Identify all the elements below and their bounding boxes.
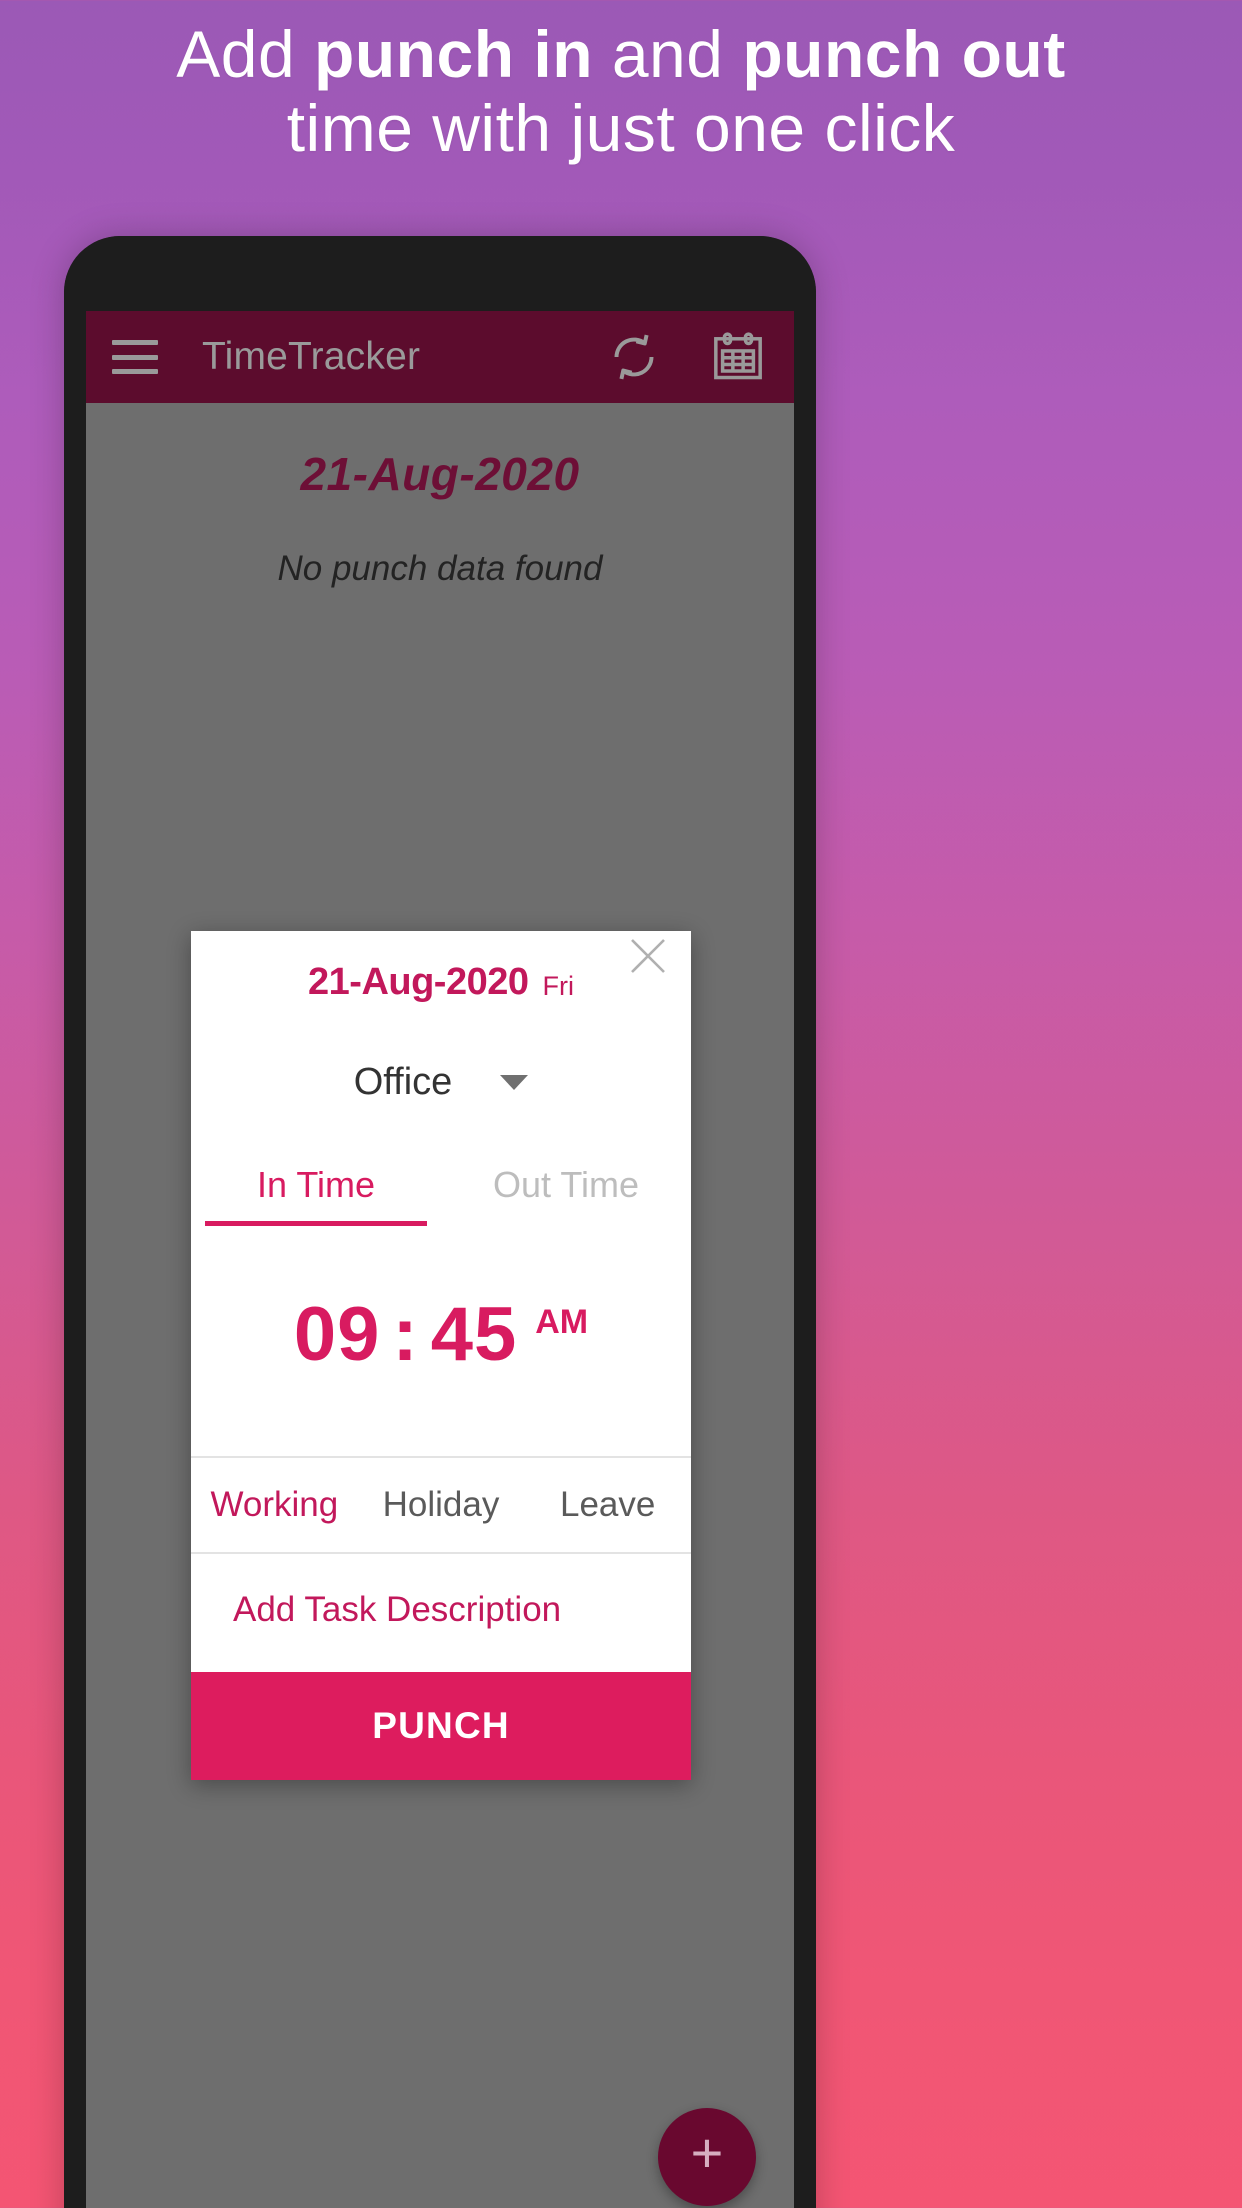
phone-frame: TimeTracker 21-Aug-2020 No punch data fo… [64, 236, 816, 2208]
tab-in-time-label: In Time [256, 1164, 376, 1205]
task-description-input[interactable]: Add Task Description [191, 1554, 691, 1672]
dialog-header: 21-Aug-2020 Fri [191, 931, 691, 1019]
punch-dialog: 21-Aug-2020 Fri Office In Time Out Time … [191, 931, 691, 1780]
empty-state-message: No punch data found [277, 549, 603, 588]
phone-screen: TimeTracker 21-Aug-2020 No punch data fo… [86, 311, 794, 2208]
tab-in-time[interactable]: In Time [191, 1150, 441, 1226]
app-bar-actions [606, 329, 766, 385]
chevron-down-icon [500, 1075, 529, 1090]
time-display[interactable]: 09 : 45 AM [191, 1226, 691, 1456]
close-x-icon[interactable] [615, 923, 681, 989]
time-tabs: In Time Out Time [191, 1150, 691, 1226]
headline-text-punch-out: punch out [742, 17, 1066, 91]
screen-body: 21-Aug-2020 No punch data found 21-Aug-2… [86, 403, 794, 2208]
status-selector: Working Holiday Leave [191, 1456, 691, 1554]
location-dropdown-value: Office [353, 1061, 453, 1103]
add-punch-fab[interactable]: + [658, 2108, 756, 2206]
punch-button[interactable]: PUNCH [191, 1672, 691, 1780]
tab-out-time-label: Out Time [492, 1164, 640, 1205]
time-minutes[interactable]: 45 [431, 1291, 518, 1378]
dialog-date: 21-Aug-2020 [308, 960, 529, 1003]
tab-out-time[interactable]: Out Time [441, 1150, 691, 1226]
time-hours[interactable]: 09 [294, 1291, 381, 1378]
app-title: TimeTracker [202, 335, 421, 378]
dialog-weekday: Fri [542, 970, 574, 1001]
headline-line-two: time with just one click [286, 90, 956, 165]
status-option-leave[interactable]: Leave [524, 1458, 691, 1552]
headline-text-and: and [593, 17, 743, 91]
calendar-icon[interactable] [710, 329, 766, 385]
promo-headline: Add punch in and punch out time with jus… [0, 17, 1242, 166]
headline-text-add: Add [176, 17, 315, 91]
app-bar: TimeTracker [86, 311, 794, 403]
headline-text-punch-in: punch in [314, 17, 594, 91]
time-separator: : [392, 1291, 419, 1377]
status-option-holiday[interactable]: Holiday [358, 1458, 525, 1552]
status-option-working[interactable]: Working [191, 1458, 358, 1552]
time-meridiem[interactable]: AM [535, 1303, 588, 1342]
hamburger-menu-icon[interactable] [112, 340, 158, 374]
page-date-heading: 21-Aug-2020 [300, 448, 580, 500]
plus-icon: + [690, 2121, 724, 2184]
location-dropdown[interactable]: Office [191, 1019, 691, 1120]
refresh-sync-icon[interactable] [606, 329, 662, 385]
